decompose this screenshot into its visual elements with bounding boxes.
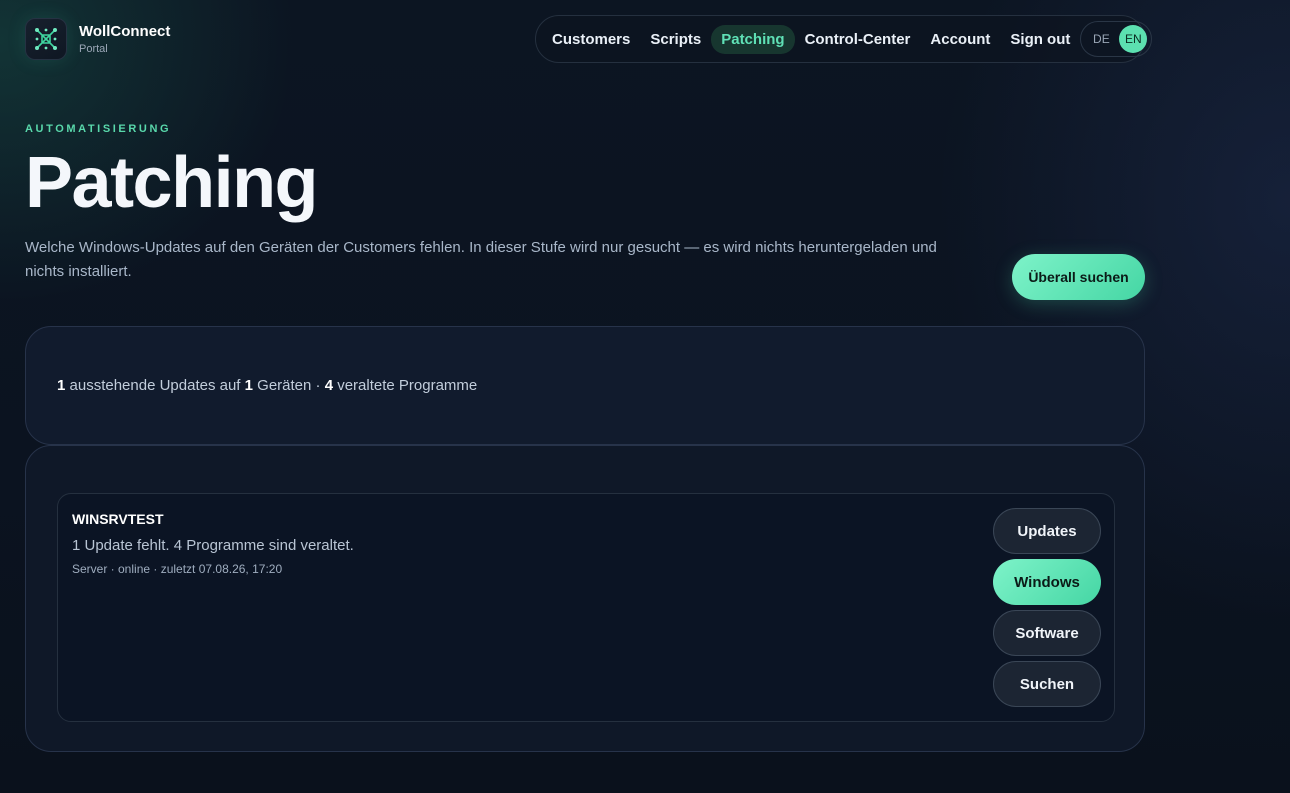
search-button[interactable]: Suchen: [993, 661, 1101, 707]
nav-item-scripts[interactable]: Scripts: [640, 25, 711, 54]
updates-label: ausstehende Updates auf: [65, 377, 245, 394]
windows-button[interactable]: Windows: [993, 559, 1101, 605]
logo-icon: [25, 18, 67, 60]
page-description: Welche Windows-Updates auf den Geräten d…: [25, 239, 937, 280]
device-meta: Server · online · zuletzt 07.08.26, 17:2…: [72, 562, 283, 576]
language-de-button[interactable]: DE: [1087, 25, 1115, 53]
main-nav: Customers Scripts Patching Control-Cente…: [535, 15, 1153, 63]
nav-item-control-center[interactable]: Control-Center: [795, 25, 921, 54]
device-name: WINSRVTEST: [72, 511, 164, 527]
devices-count: 1: [244, 377, 253, 394]
nav-item-patching[interactable]: Patching: [711, 24, 795, 54]
language-switcher: DE EN: [1080, 21, 1153, 57]
device-actions: Updates Windows Software Suchen: [993, 508, 1101, 707]
devices-card: WINSRVTEST 1 Update fehlt. 4 Programme s…: [25, 445, 1145, 752]
brand[interactable]: WollConnect Portal: [25, 18, 170, 60]
summary-card: 1 ausstehende Updates auf 1 Geräten · 4 …: [25, 326, 1145, 445]
nav-item-account[interactable]: Account: [920, 25, 1000, 54]
nav-item-sign-out[interactable]: Sign out: [1000, 25, 1080, 54]
page-title: Patching: [25, 143, 319, 223]
language-en-button[interactable]: EN: [1119, 25, 1148, 53]
search-everywhere-button[interactable]: Überall suchen: [1012, 254, 1145, 300]
devices-label: Geräten ·: [252, 377, 325, 394]
section-eyebrow: AUTOMATISIERUNG: [25, 123, 172, 135]
summary-text: 1 ausstehende Updates auf 1 Geräten · 4 …: [57, 377, 477, 394]
brand-name: WollConnect: [79, 23, 171, 40]
device-row: WINSRVTEST 1 Update fehlt. 4 Programme s…: [57, 493, 1115, 722]
nav-item-customers[interactable]: Customers: [542, 25, 640, 54]
updates-button[interactable]: Updates: [993, 508, 1101, 554]
software-button[interactable]: Software: [993, 610, 1101, 656]
device-status: 1 Update fehlt. 4 Programme sind veralte…: [72, 537, 354, 554]
programs-label: veraltete Programme: [333, 377, 478, 394]
brand-subtitle: Portal: [79, 43, 108, 55]
outdated-programs-count: 4: [324, 377, 334, 394]
